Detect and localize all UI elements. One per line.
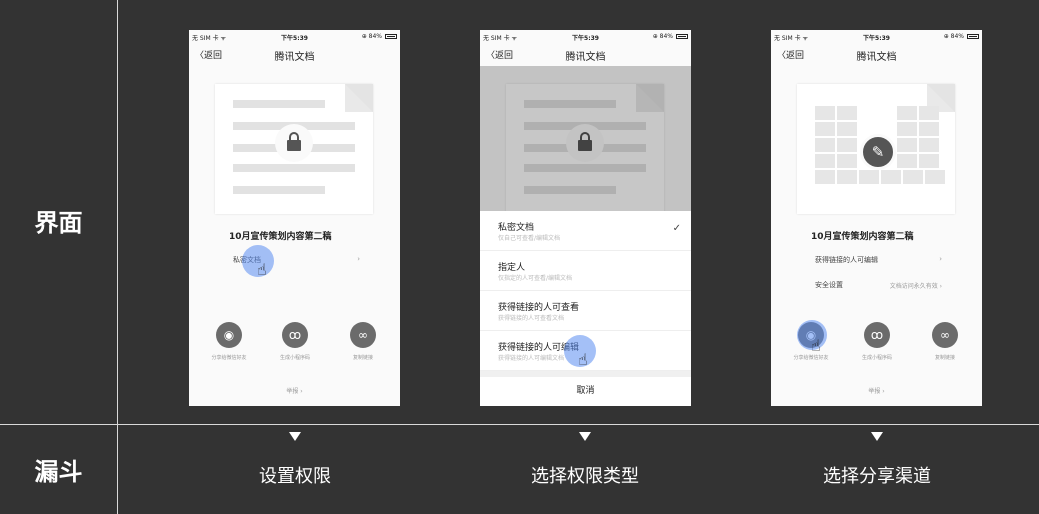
battery-label: ⊕ 84% (943, 33, 964, 40)
share-miniprogram-button[interactable]: ꝏ 生成小程序码 (847, 322, 907, 361)
checkmark-icon: ✓ (672, 223, 681, 234)
spreadsheet-preview: ✎ (797, 84, 955, 214)
document-preview (215, 84, 373, 214)
chevron-right-icon: › (939, 255, 942, 263)
horizontal-divider (0, 424, 1039, 425)
battery-icon (385, 34, 397, 39)
nav-title: 腾讯文档 (565, 52, 606, 63)
down-arrow-icon (871, 432, 883, 441)
sheet-separator (480, 371, 691, 377)
funnel-step-3: 选择分享渠道 (823, 466, 931, 487)
hand-cursor-icon: ☝ (257, 260, 267, 279)
battery-label: ⊕ 84% (361, 33, 382, 40)
permission-action-sheet: 私密文档 仅自己可查看/编辑文档 ✓ 指定人 仅指定的人可查看/编辑文档 获得链… (480, 211, 691, 406)
copy-link-button[interactable]: ∞ 复制链接 (915, 322, 975, 361)
miniprogram-icon: ꝏ (864, 322, 890, 348)
phone-screen-share-channel: 无 SIM 卡 ᯤ 下午5:39 ⊕ 84% 〈返回 腾讯文档 ✎ 10月宣传策… (771, 30, 982, 406)
security-setting-value: 文档访问永久有效 › (889, 283, 942, 290)
funnel-step-2: 选择权限类型 (531, 466, 639, 487)
report-link[interactable]: 举报 › (771, 386, 982, 395)
report-link[interactable]: 举报 › (189, 386, 400, 395)
doc-line (233, 164, 355, 172)
share-miniprogram-button[interactable]: ꝏ 生成小程序码 (265, 322, 325, 361)
nav-bar: 〈返回 腾讯文档 (480, 44, 691, 66)
chevron-right-icon: › (357, 255, 360, 263)
row-label-funnel: 漏斗 (34, 458, 83, 486)
link-icon: ∞ (350, 322, 376, 348)
edit-pen-icon: ✎ (860, 134, 896, 170)
status-bar: 无 SIM 卡 ᯤ 下午5:39 ⊕ 84% (189, 30, 400, 44)
cancel-button[interactable]: 取消 (480, 383, 691, 396)
nav-bar: 〈返回 腾讯文档 (189, 44, 400, 66)
phone-screen-permission-type: 无 SIM 卡 ᯤ 下午5:39 ⊕ 84% 〈返回 腾讯文档 私密文档 仅自己… (480, 30, 691, 406)
link-icon: ∞ (932, 322, 958, 348)
battery-label: ⊕ 84% (652, 33, 673, 40)
doc-line (233, 100, 325, 108)
funnel-step-1: 设置权限 (259, 466, 331, 487)
document-name: 10月宣传策划内容第二稿 (229, 232, 332, 242)
nav-title: 腾讯文档 (856, 52, 897, 63)
status-bar: 无 SIM 卡 ᯤ 下午5:39 ⊕ 84% (771, 30, 982, 44)
copy-link-button[interactable]: ∞ 复制链接 (333, 322, 393, 361)
vertical-divider (117, 0, 118, 514)
lock-icon (275, 124, 313, 162)
document-name: 10月宣传策划内容第二稿 (811, 232, 914, 242)
phone-screen-set-permission: 无 SIM 卡 ᯤ 下午5:39 ⊕ 84% 〈返回 腾讯文档 10月宣传策划内… (189, 30, 400, 406)
share-wechat-button[interactable]: ◉ 分享给微信好友 (199, 322, 259, 361)
permission-setting[interactable]: 获得链接的人可编辑 (815, 255, 878, 265)
option-specified-people[interactable]: 指定人 仅指定的人可查看/编辑文档 (480, 251, 691, 291)
option-link-view[interactable]: 获得链接的人可查看 获得链接的人可查看文档 (480, 291, 691, 331)
down-arrow-icon (289, 432, 301, 441)
status-bar: 无 SIM 卡 ᯤ 下午5:39 ⊕ 84% (480, 30, 691, 44)
down-arrow-icon (579, 432, 591, 441)
security-setting[interactable]: 安全设置 (815, 280, 843, 290)
page-fold (345, 84, 373, 112)
battery-icon (676, 34, 688, 39)
doc-line (233, 186, 325, 194)
miniprogram-icon: ꝏ (282, 322, 308, 348)
battery-icon (967, 34, 979, 39)
hand-cursor-icon: ☝ (578, 350, 588, 369)
option-private[interactable]: 私密文档 仅自己可查看/编辑文档 ✓ (480, 211, 691, 251)
nav-title: 腾讯文档 (274, 52, 315, 63)
hand-cursor-icon: ☝ (811, 336, 821, 355)
nav-bar: 〈返回 腾讯文档 (771, 44, 982, 66)
row-label-interface: 界面 (34, 209, 83, 237)
wechat-icon: ◉ (216, 322, 242, 348)
